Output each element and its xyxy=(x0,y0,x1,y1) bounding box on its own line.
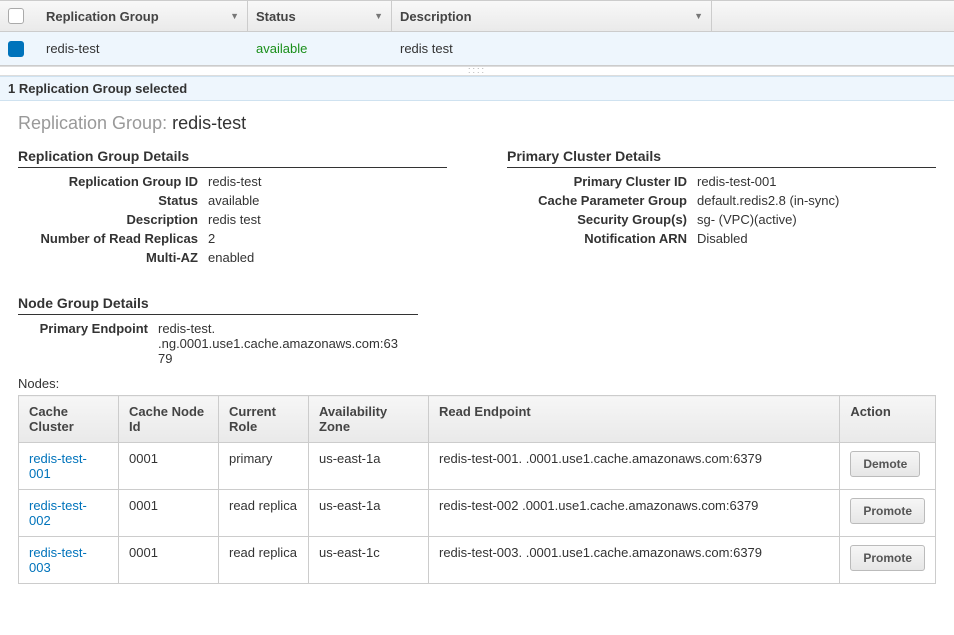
title-prefix: Replication Group: xyxy=(18,113,172,133)
read-endpoint: redis-test-001. .0001.use1.cache.amazona… xyxy=(429,443,840,490)
cache-node-id: 0001 xyxy=(119,443,219,490)
cache-cluster-link[interactable]: redis-test-001 xyxy=(29,451,87,481)
col-availability-zone: Availability Zone xyxy=(309,396,429,443)
details-panel: Replication Group: redis-test Replicatio… xyxy=(0,101,954,604)
value: redis-test. .ng.0001.use1.cache.amazonaw… xyxy=(158,321,398,366)
demote-button[interactable]: Demote xyxy=(850,451,920,477)
cache-node-id: 0001 xyxy=(119,537,219,584)
value: sg- (VPC)(active) xyxy=(697,212,936,227)
title-value: redis-test xyxy=(172,113,246,133)
value: enabled xyxy=(208,250,447,265)
availability-zone: us-east-1a xyxy=(309,443,429,490)
section-heading: Primary Cluster Details xyxy=(507,148,936,168)
label: Status xyxy=(18,193,208,208)
promote-button[interactable]: Promote xyxy=(850,498,925,524)
current-role: primary xyxy=(219,443,309,490)
read-endpoint: redis-test-002 .0001.use1.cache.amazonaw… xyxy=(429,490,840,537)
value: available xyxy=(208,193,447,208)
header-col-status[interactable]: Status ▼ xyxy=(248,1,392,31)
cell-replication-group: redis-test xyxy=(38,41,248,56)
value: default.redis2.8 (in-sync) xyxy=(697,193,936,208)
primary-cluster-details: Primary Cluster Details Primary Cluster … xyxy=(507,148,936,269)
col-cache-node-id: Cache Node Id xyxy=(119,396,219,443)
value: 2 xyxy=(208,231,447,246)
label: Multi-AZ xyxy=(18,250,208,265)
label: Cache Parameter Group xyxy=(507,193,697,208)
cache-node-id: 0001 xyxy=(119,490,219,537)
col-read-endpoint: Read Endpoint xyxy=(429,396,840,443)
availability-zone: us-east-1a xyxy=(309,490,429,537)
table-header: Replication Group ▼ Status ▼ Description… xyxy=(0,0,954,32)
table-row: redis-test-003 0001read replicaus-east-1c… xyxy=(19,537,936,584)
cell-description: redis test xyxy=(392,41,712,56)
col-current-role: Current Role xyxy=(219,396,309,443)
cache-cluster-link[interactable]: redis-test-002 xyxy=(29,498,87,528)
chevron-down-icon: ▼ xyxy=(210,11,239,21)
cell-status: available xyxy=(248,41,392,56)
node-group-details: Node Group Details Primary Endpoint redi… xyxy=(18,295,936,584)
row-checkbox[interactable] xyxy=(8,41,24,57)
chevron-down-icon: ▼ xyxy=(354,11,383,21)
table-row: redis-test-002 0001read replicaus-east-1a… xyxy=(19,490,936,537)
section-heading: Node Group Details xyxy=(18,295,418,315)
header-label: Status xyxy=(256,9,296,24)
current-role: read replica xyxy=(219,537,309,584)
value: redis-test xyxy=(208,174,447,189)
header-col-replication-group[interactable]: Replication Group ▼ xyxy=(38,1,248,31)
table-row: redis-test-001 0001primaryus-east-1aredis… xyxy=(19,443,936,490)
value: redis test xyxy=(208,212,447,227)
header-label: Description xyxy=(400,9,472,24)
availability-zone: us-east-1c xyxy=(309,537,429,584)
selection-summary: 1 Replication Group selected xyxy=(0,76,954,101)
label: Description xyxy=(18,212,208,227)
value: redis-test-001 xyxy=(697,174,936,189)
read-endpoint: redis-test-003. .0001.use1.cache.amazona… xyxy=(429,537,840,584)
label: Security Group(s) xyxy=(507,212,697,227)
nodes-table: Cache Cluster Cache Node Id Current Role… xyxy=(18,395,936,584)
col-action: Action xyxy=(840,396,936,443)
promote-button[interactable]: Promote xyxy=(850,545,925,571)
label: Notification ARN xyxy=(507,231,697,246)
chevron-down-icon: ▼ xyxy=(674,11,703,21)
nodes-label: Nodes: xyxy=(18,376,936,391)
table-header-row: Cache Cluster Cache Node Id Current Role… xyxy=(19,396,936,443)
header-col-description[interactable]: Description ▼ xyxy=(392,1,712,31)
section-heading: Replication Group Details xyxy=(18,148,447,168)
select-all-checkbox[interactable] xyxy=(8,8,24,24)
header-label: Replication Group xyxy=(46,9,159,24)
label: Primary Endpoint xyxy=(18,321,158,366)
current-role: read replica xyxy=(219,490,309,537)
col-cache-cluster: Cache Cluster xyxy=(19,396,119,443)
page-title: Replication Group: redis-test xyxy=(18,113,936,134)
table-row[interactable]: redis-test available redis test xyxy=(0,32,954,66)
label: Number of Read Replicas xyxy=(18,231,208,246)
label: Primary Cluster ID xyxy=(507,174,697,189)
splitter-handle[interactable] xyxy=(0,66,954,76)
value: Disabled xyxy=(697,231,936,246)
replication-group-details: Replication Group Details Replication Gr… xyxy=(18,148,447,269)
cache-cluster-link[interactable]: redis-test-003 xyxy=(29,545,87,575)
label: Replication Group ID xyxy=(18,174,208,189)
